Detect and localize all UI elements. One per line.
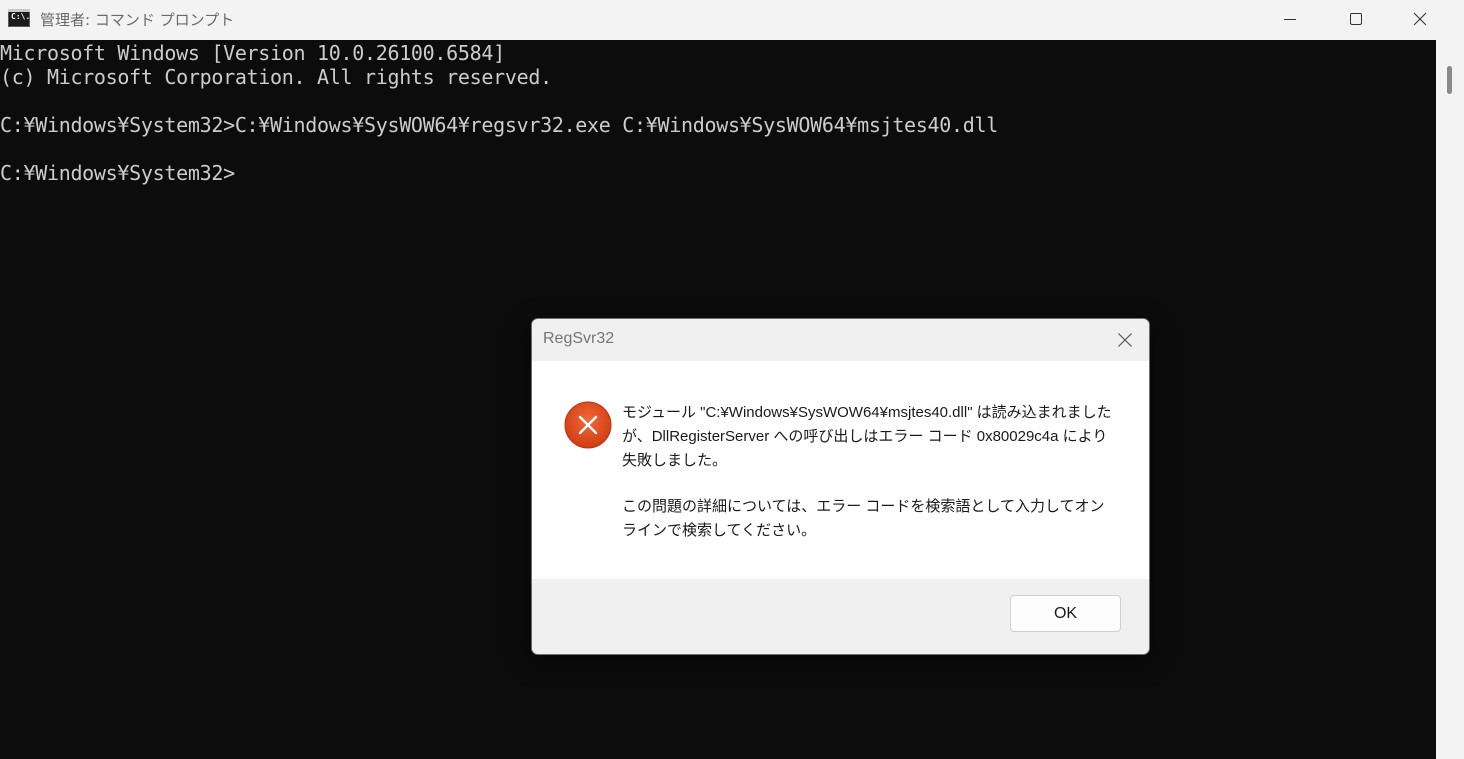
terminal-line: Microsoft Windows [Version 10.0.26100.65… [0, 41, 505, 65]
error-dialog: RegSvr32 モジュール "C:¥Windows¥SysWOW64¥msjt… [531, 318, 1150, 655]
dialog-message: モジュール "C:¥Windows¥SysWOW64¥msjtes40.dll"… [622, 401, 1117, 543]
dialog-close-button[interactable] [1115, 330, 1135, 350]
terminal-line: (c) Microsoft Corporation. All rights re… [0, 65, 552, 89]
maximize-button[interactable] [1324, 0, 1388, 38]
dialog-titlebar[interactable]: RegSvr32 [532, 319, 1149, 361]
minimize-button[interactable] [1258, 0, 1322, 38]
ok-button[interactable]: OK [1010, 595, 1121, 632]
dialog-title: RegSvr32 [543, 330, 615, 347]
close-icon [1413, 12, 1427, 26]
dialog-body: モジュール "C:¥Windows¥SysWOW64¥msjtes40.dll"… [532, 361, 1149, 579]
cmd-icon: C:\. [8, 9, 30, 27]
minimize-icon [1284, 19, 1296, 20]
close-button[interactable] [1388, 0, 1452, 38]
terminal-prompt: C:¥Windows¥System32> [0, 161, 235, 185]
error-icon [564, 401, 612, 449]
maximize-icon [1350, 13, 1362, 25]
terminal-line: C:¥Windows¥System32>C:¥Windows¥SysWOW64¥… [0, 113, 998, 137]
scrollbar-thumb[interactable] [1447, 66, 1452, 94]
close-icon [1118, 333, 1132, 347]
window-title: 管理者: コマンド プロンプト [40, 11, 235, 29]
error-message: モジュール "C:¥Windows¥SysWOW64¥msjtes40.dll"… [622, 404, 1112, 469]
scrollbar[interactable] [1436, 40, 1464, 759]
help-message: この問題の詳細については、エラー コードを検索語として入力してオンラインで検索し… [622, 498, 1105, 539]
window-titlebar[interactable]: C:\. 管理者: コマンド プロンプト [0, 0, 1464, 40]
dialog-footer: OK [532, 579, 1149, 654]
